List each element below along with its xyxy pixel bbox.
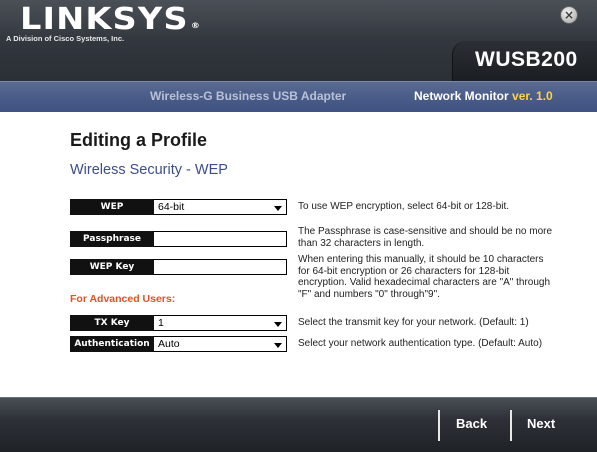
authentication-help: Select your network authentication type.… xyxy=(298,338,543,349)
tx-key-select-value: 1 xyxy=(158,317,164,329)
passphrase-label: Passphrase xyxy=(70,231,154,247)
authentication-label: Authentication xyxy=(70,336,154,352)
monitor-label: Network Monitor xyxy=(414,89,509,103)
header: LINKSYS ® A Division of Cisco Systems, In… xyxy=(0,0,597,112)
app-window: LINKSYS ® A Division of Cisco Systems, In… xyxy=(0,0,597,452)
wep-help: To use WEP encryption, select 64-bit or … xyxy=(298,201,510,212)
product-name: Wireless-G Business USB Adapter xyxy=(150,89,347,103)
wep-select[interactable]: 64-bit xyxy=(154,199,287,215)
back-button[interactable]: Back xyxy=(456,416,487,431)
passphrase-input[interactable] xyxy=(154,231,287,247)
next-button[interactable]: Next xyxy=(527,416,555,431)
advanced-users-heading: For Advanced Users: xyxy=(70,293,176,305)
close-button[interactable]: × xyxy=(560,6,578,24)
linksys-logo: LINKSYS ® A Division of Cisco Systems, In… xyxy=(6,3,200,44)
authentication-select-value: Auto xyxy=(158,338,180,350)
wep-key-help-line: encryption. Valid hexadecimal characters… xyxy=(298,277,551,288)
passphrase-help: The Passphrase is case-sensitive and sho… xyxy=(298,226,552,249)
wep-key-help-line: When entering this manually, it should b… xyxy=(298,254,544,265)
page-title: Editing a Profile xyxy=(70,130,208,150)
wep-key-label: WEP Key xyxy=(70,259,154,275)
product-bar: Wireless-G Business USB Adapter Network … xyxy=(0,81,597,112)
chevron-down-icon[interactable] xyxy=(271,201,284,214)
tx-key-help: Select the transmit key for your network… xyxy=(298,317,529,328)
wep-key-help-line: for 64-bit encryption or 26 characters f… xyxy=(298,265,510,277)
logo-subtitle: A Division of Cisco Systems, Inc. xyxy=(6,34,125,43)
wep-select-value: 64-bit xyxy=(158,201,185,213)
tx-key-label: TX Key xyxy=(70,315,154,331)
passphrase-help-line: than 32 characters in length. xyxy=(298,237,425,249)
page-subtitle: Wireless Security - WEP xyxy=(70,162,228,178)
footer-divider xyxy=(438,410,440,441)
logo-wordmark: LINKSYS xyxy=(20,2,189,37)
wep-key-help: When entering this manually, it should b… xyxy=(298,254,550,300)
model-tab: WUSB200 xyxy=(452,41,597,83)
monitor-version: ver. 1.0 xyxy=(512,89,553,103)
authentication-select[interactable]: Auto xyxy=(154,336,287,352)
model-name: WUSB200 xyxy=(475,48,578,71)
network-monitor-label: Network Monitor ver. 1.0 xyxy=(414,89,553,103)
close-icon: × xyxy=(563,8,575,22)
chevron-down-icon[interactable] xyxy=(271,317,284,330)
wep-label: WEP xyxy=(70,199,154,215)
footer-divider xyxy=(510,410,512,441)
wep-key-input[interactable] xyxy=(154,259,287,275)
logo-registered-mark: ® xyxy=(190,21,201,30)
chevron-down-icon[interactable] xyxy=(271,338,284,351)
logo-text: LINKSYS ® xyxy=(20,2,200,37)
footer-bar: Back Next xyxy=(0,397,597,452)
passphrase-help-line: The Passphrase is case-sensitive and sho… xyxy=(298,226,553,237)
wep-key-help-line: "F" and numbers "0" through"9". xyxy=(298,288,440,300)
tx-key-select[interactable]: 1 xyxy=(154,315,287,331)
